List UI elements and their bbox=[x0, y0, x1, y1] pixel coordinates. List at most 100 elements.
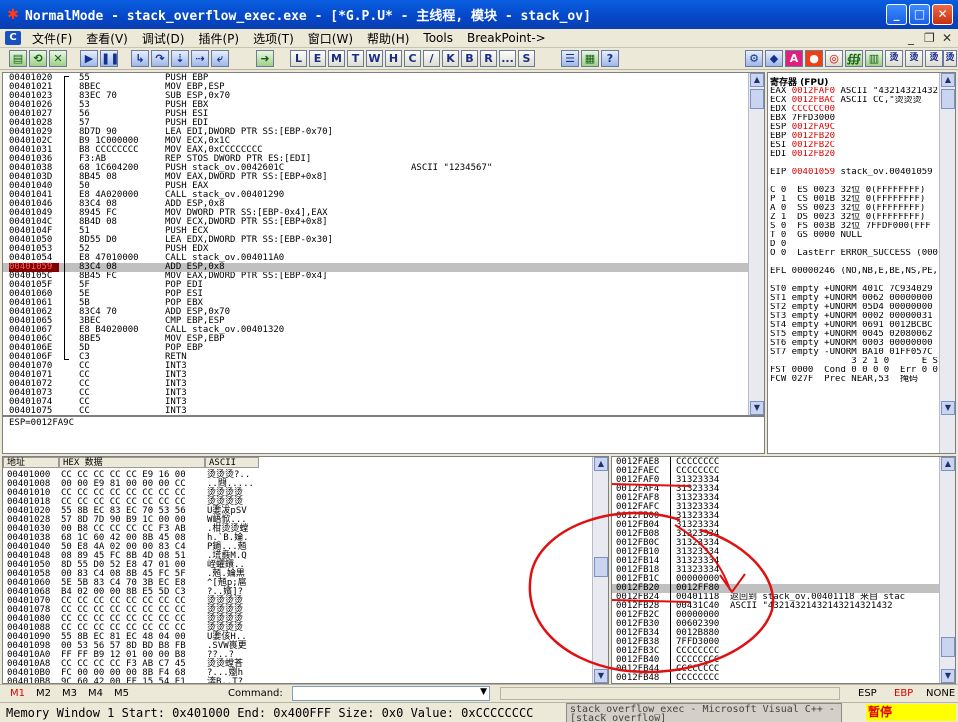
register-line[interactable] bbox=[770, 159, 938, 168]
window-button-1[interactable]: E bbox=[309, 50, 326, 67]
chevron-down-icon[interactable]: ▼ bbox=[480, 687, 487, 697]
disasm-row[interactable]: 00401020 55 PUSH EBP bbox=[3, 74, 748, 83]
help-icon[interactable]: ? bbox=[601, 50, 619, 67]
register-line[interactable]: ESP 0012FA9C bbox=[770, 123, 938, 132]
stack-row[interactable]: 0012FB08 31323334 bbox=[612, 530, 940, 539]
execute-till-return-icon[interactable]: ⤶ bbox=[211, 50, 229, 67]
register-line[interactable]: ST6 empty +UNORM 0003 00000000 bbox=[770, 339, 938, 348]
disasm-row[interactable]: 00401070 CC INT3 bbox=[3, 362, 748, 371]
register-line[interactable]: C 0 ES 0023 32位 0(FFFFFFFF) bbox=[770, 186, 938, 195]
plugin6-icon[interactable]: ∰ bbox=[845, 50, 863, 67]
step-over-icon[interactable]: ↷ bbox=[151, 50, 169, 67]
disasm-row[interactable]: 00401049 8945 FC MOV DWORD PTR SS:[EBP-0x4… bbox=[3, 209, 748, 218]
disasm-row[interactable]: 00401041 E8 4A020000 CALL stack_ov.0040129… bbox=[3, 191, 748, 200]
stack-row[interactable]: 0012FAFC 31323334 bbox=[612, 503, 940, 512]
scroll-up-arrow-icon[interactable]: ▲ bbox=[750, 73, 764, 87]
stack-row[interactable]: 0012FB14 31323334 bbox=[612, 557, 940, 566]
window-button-7[interactable]: / bbox=[423, 50, 440, 67]
window-button-4[interactable]: W bbox=[366, 50, 383, 67]
run-icon[interactable]: ▶ bbox=[80, 50, 98, 67]
disasm-row[interactable]: 00401021 8BEC MOV EBP,ESP bbox=[3, 83, 748, 92]
disasm-row[interactable]: 00401060 5E POP ESI bbox=[3, 290, 748, 299]
stack-row[interactable]: 0012FB0C 31323334 bbox=[612, 539, 940, 548]
disasm-row[interactable]: 0040106C 8BE5 MOV ESP,EBP bbox=[3, 335, 748, 344]
register-line[interactable]: EIP 00401059 stack_ov.00401059 bbox=[770, 168, 938, 177]
register-line[interactable] bbox=[770, 258, 938, 267]
disasm-row[interactable]: 00401038 68 1C604200 PUSH stack_ov.0042601… bbox=[3, 164, 748, 173]
register-line[interactable]: FST 0000 Cond 0 0 0 0 Err 0 0 bbox=[770, 366, 938, 375]
status-reg-ebp[interactable]: EBP bbox=[894, 688, 913, 699]
window-button-9[interactable]: B bbox=[461, 50, 478, 67]
disasm-row[interactable]: 00401074 CC INT3 bbox=[3, 398, 748, 407]
disasm-row[interactable]: 00401040 50 PUSH EAX bbox=[3, 182, 748, 191]
mdi-minimize-button[interactable]: _ bbox=[908, 31, 914, 45]
list-icon[interactable]: ☰ bbox=[561, 50, 579, 67]
register-line[interactable]: 3 2 1 0 E S bbox=[770, 357, 938, 366]
window-button-10[interactable]: R bbox=[480, 50, 497, 67]
plugin2-icon[interactable]: ◆ bbox=[765, 50, 783, 67]
stack-row[interactable]: 0012FB28 00431C40 ASCII "43214321432143214… bbox=[612, 602, 940, 611]
stack-row[interactable]: 0012FAEC CCCCCCCC bbox=[612, 467, 940, 476]
memory-dump-pane[interactable]: 地址 HEX 数据 ASCII ▲ ▼ 00401000 CC CC CC CC … bbox=[2, 456, 609, 684]
dump-header-ascii[interactable]: ASCII bbox=[205, 457, 259, 468]
register-line[interactable]: T 0 GS 0000 NULL bbox=[770, 231, 938, 240]
stack-row[interactable]: 0012FB44 CCCCCCCC bbox=[612, 665, 940, 674]
register-line[interactable]: O 0 LastErr ERROR_SUCCESS (000 bbox=[770, 249, 938, 258]
stack-row[interactable]: 0012FB48 CCCCCCCC bbox=[612, 674, 940, 683]
status-reg-none[interactable]: NONE bbox=[926, 688, 955, 699]
stack-row[interactable]: 0012FB24 00401118 返回到 stack_ov.00401118 来自… bbox=[612, 593, 940, 602]
stack-row[interactable]: 0012FB00 31323334 bbox=[612, 512, 940, 521]
step-into-icon[interactable]: ↳ bbox=[131, 50, 149, 67]
register-line[interactable]: S 0 FS 003B 32位 7FFDF000(FFF bbox=[770, 222, 938, 231]
disasm-row[interactable]: 00401028 57 PUSH EDI bbox=[3, 119, 748, 128]
disasm-row[interactable]: 00401073 CC INT3 bbox=[3, 389, 748, 398]
register-line[interactable]: ST3 empty +UNORM 0002 00000031 bbox=[770, 312, 938, 321]
register-line[interactable]: EBP 0012FB20 bbox=[770, 132, 938, 141]
stack-row[interactable]: 0012FB40 CCCCCCCC bbox=[612, 656, 940, 665]
menu-item-2[interactable]: 调试(D) bbox=[135, 30, 192, 47]
register-line[interactable] bbox=[770, 276, 938, 285]
dump-header-hex[interactable]: HEX 数据 bbox=[59, 457, 205, 468]
disassembly-scrollbar[interactable]: ▲ ▼ bbox=[748, 73, 764, 415]
disasm-row[interactable]: 00401059 83C4 08 ADD ESP,0x8 bbox=[3, 263, 748, 272]
registers-scrollbar[interactable]: ▲ ▼ bbox=[939, 73, 955, 453]
scroll-up-arrow-icon[interactable]: ▲ bbox=[941, 73, 955, 87]
register-line[interactable]: EDI 0012FB20 bbox=[770, 150, 938, 159]
register-line[interactable]: ST7 empty -UNORM BA10 01FF057C bbox=[770, 348, 938, 357]
window-button-2[interactable]: M bbox=[328, 50, 345, 67]
registers-pane[interactable]: 寄存器 (FPU) ▲ ▼ EAX 0012FAF0 ASCII "432143… bbox=[767, 72, 956, 454]
plugin3-icon[interactable]: A bbox=[785, 50, 803, 67]
dump-header-address[interactable]: 地址 bbox=[3, 457, 59, 468]
disasm-row[interactable]: 00401027 56 PUSH ESI bbox=[3, 110, 748, 119]
scroll-down-arrow-icon[interactable]: ▼ bbox=[941, 401, 955, 415]
register-line[interactable]: FCW 027F Prec NEAR,53 掩码 bbox=[770, 375, 938, 384]
memory-tab-3[interactable]: M3 bbox=[62, 688, 77, 699]
menu-item-3[interactable]: 插件(P) bbox=[191, 30, 246, 47]
minimize-button[interactable]: _ bbox=[886, 4, 907, 25]
stack-row[interactable]: 0012FB20 0012FF80 bbox=[612, 584, 940, 593]
open-file-icon[interactable]: ▤ bbox=[9, 50, 27, 67]
scroll-down-arrow-icon[interactable]: ▼ bbox=[750, 401, 764, 415]
mdi-close-button[interactable]: ✕ bbox=[942, 31, 952, 45]
disasm-row[interactable]: 00401023 83EC 70 SUB ESP,0x70 bbox=[3, 92, 748, 101]
window-button-5[interactable]: H bbox=[385, 50, 402, 67]
stack-pane[interactable]: 0012FB48 CCCCCCCC 0012FB44 CCCCCCCC 0012FB40… bbox=[611, 456, 956, 684]
stack-row[interactable]: 0012FB2C 00000000 bbox=[612, 611, 940, 620]
plugin4-icon[interactable]: ● bbox=[805, 50, 823, 67]
register-line[interactable]: ECX 0012FBAC ASCII CC,"烫烫烫 bbox=[770, 96, 938, 105]
register-line[interactable]: A 0 SS 0023 32位 0(FFFFFFFF) bbox=[770, 204, 938, 213]
plugin1-icon[interactable]: ⚙ bbox=[745, 50, 763, 67]
register-line[interactable]: ST5 empty +UNORM 0045 02080062 bbox=[770, 330, 938, 339]
stack-row[interactable]: 0012FB04 31323334 bbox=[612, 521, 940, 530]
plugin9-icon[interactable]: 烫 bbox=[905, 50, 923, 67]
disasm-row[interactable]: 00401050 8D55 D0 LEA EDX,DWORD PTR SS:[EBP… bbox=[3, 236, 748, 245]
memory-tab-4[interactable]: M4 bbox=[88, 688, 103, 699]
stack-row[interactable]: 0012FB38 7FFD3000 bbox=[612, 638, 940, 647]
plugin7-icon[interactable]: ▥ bbox=[865, 50, 883, 67]
stack-row[interactable]: 0012FAF8 31323334 bbox=[612, 494, 940, 503]
disasm-row[interactable]: 0040106F C3 RETN bbox=[3, 353, 748, 362]
disasm-row[interactable]: 00401061 5B POP EBX bbox=[3, 299, 748, 308]
window-button-8[interactable]: K bbox=[442, 50, 459, 67]
disasm-row[interactable]: 0040105C 8B45 FC MOV EAX,DWORD PTR SS:[EBP… bbox=[3, 272, 748, 281]
register-line[interactable]: ST2 empty +UNORM 05D4 00000000 bbox=[770, 303, 938, 312]
